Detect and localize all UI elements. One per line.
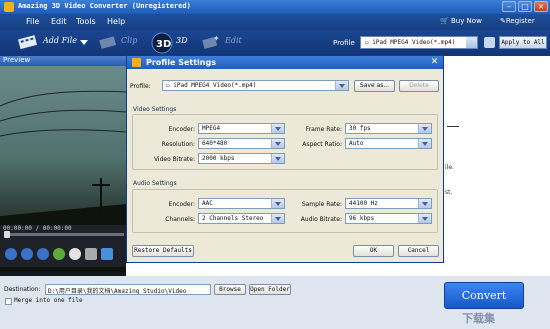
destination-field[interactable]: D:\用户目录\我的文档\Amazing Studio\Video: [45, 284, 211, 295]
dialog-title-bar: Profile Settings: [127, 56, 443, 69]
merge-label: Merge into one file: [14, 297, 83, 304]
clip-icon: [99, 36, 117, 49]
chevron-down-icon[interactable]: [335, 81, 348, 90]
frame-rate-select[interactable]: 30 fps: [345, 123, 432, 134]
buy-now-link[interactable]: 🛒 Buy Now: [440, 17, 482, 25]
aspect-ratio-select[interactable]: Auto: [345, 138, 432, 149]
window-title: Amazing 3D Video Converter (Unregistered…: [18, 2, 191, 10]
edit-button[interactable]: Edit: [225, 36, 242, 45]
close-button[interactable]: ×: [534, 1, 548, 12]
minimize-button[interactable]: –: [502, 1, 516, 12]
channels-label: Channels:: [165, 216, 195, 223]
apply-to-all-button[interactable]: Apply to All: [499, 36, 547, 49]
watermark-logo: 下载集: [462, 312, 495, 325]
list-text-1: ile.: [445, 164, 454, 171]
audio-bitrate-label: Audio Bitrate:: [300, 216, 342, 223]
svg-text:✦: ✦: [213, 34, 220, 43]
chevron-down-icon[interactable]: [418, 139, 431, 148]
profile-select[interactable]: ▭ iPad MPEG4 Video(*.mp4): [360, 36, 478, 49]
sample-rate-label: Sample Rate:: [301, 201, 342, 208]
forward-icon[interactable]: [37, 248, 49, 260]
edit-film-icon: ✦: [202, 34, 220, 49]
cart-icon: 🛒: [440, 17, 449, 25]
resolution-select[interactable]: 640*480: [198, 138, 285, 149]
snapshot-icon[interactable]: [85, 248, 97, 260]
settings-icon[interactable]: [484, 37, 495, 48]
dialog-title: Profile Settings: [146, 58, 216, 67]
title-bar: Amazing 3D Video Converter (Unregistered…: [0, 0, 550, 14]
play-icon[interactable]: [21, 248, 33, 260]
chevron-down-icon[interactable]: [271, 139, 284, 148]
merge-checkbox[interactable]: [5, 298, 12, 305]
svg-text:3D: 3D: [156, 39, 171, 50]
restore-defaults-button[interactable]: Restore Defaults: [132, 245, 194, 257]
delete-button[interactable]: Delete: [399, 80, 439, 92]
time-readout: 00:00:00 / 00:00:00: [3, 225, 72, 232]
audio-encoder-select[interactable]: AAC: [198, 198, 285, 209]
rewind-icon[interactable]: [5, 248, 17, 260]
sample-rate-select[interactable]: 44100 Hz: [345, 198, 432, 209]
chevron-down-icon[interactable]: [271, 124, 284, 133]
audio-settings-group: [132, 189, 438, 233]
browse-button[interactable]: Browse: [214, 284, 246, 295]
playback-controls: 00:00:00 / 00:00:00: [0, 225, 126, 267]
three-d-icon: 3D: [151, 32, 173, 54]
profile-file-icon: ▭: [166, 82, 170, 89]
stop-icon[interactable]: [53, 248, 65, 260]
audio-encoder-label: Encoder:: [168, 201, 195, 208]
chevron-down-icon[interactable]: [466, 37, 477, 48]
profile-file-icon: ▭: [365, 39, 369, 46]
profile-label: Profile: [333, 39, 355, 47]
dialog-icon: [132, 58, 141, 67]
encoder-label: Encoder:: [168, 126, 195, 133]
video-encoder-select[interactable]: MPEG4: [198, 123, 285, 134]
register-link[interactable]: ✎Register: [500, 17, 535, 25]
audio-bitrate-select[interactable]: 96 kbps: [345, 213, 432, 224]
menu-file[interactable]: File: [26, 17, 39, 26]
divider-line: [447, 126, 459, 127]
convert-button[interactable]: Convert: [444, 282, 524, 309]
audio-settings-title: Audio Settings: [133, 180, 177, 187]
chevron-down-icon[interactable]: [418, 214, 431, 223]
maximize-button[interactable]: □: [518, 1, 532, 12]
video-bitrate-label: Video Bitrate:: [153, 156, 195, 163]
film-add-icon: [18, 35, 38, 50]
resolution-label: Resolution:: [161, 141, 195, 148]
save-as-button[interactable]: Save as...: [354, 80, 395, 92]
menu-tools[interactable]: Tools: [76, 17, 96, 26]
frame-rate-label: Frame Rate:: [305, 126, 342, 133]
menu-help[interactable]: Help: [107, 17, 125, 26]
chevron-down-icon[interactable]: [271, 154, 284, 163]
open-folder-button[interactable]: Open Folder: [249, 284, 291, 295]
clip-button[interactable]: Clip: [121, 36, 137, 45]
timeline-thumb[interactable]: [4, 231, 10, 238]
replay-icon[interactable]: [69, 248, 81, 260]
profile-settings-dialog: Profile Settings ✕ Profile: ▭ iPad MPEG4…: [126, 55, 444, 263]
video-bitrate-select[interactable]: 2000 kbps: [198, 153, 285, 164]
ok-button[interactable]: OK: [353, 245, 394, 257]
dialog-profile-label: Profile:: [130, 83, 151, 90]
preview-header: Preview: [0, 56, 126, 66]
dialog-profile-select[interactable]: ▭ iPad MPEG4 Video(*.mp4): [162, 80, 349, 91]
chevron-down-icon[interactable]: [418, 124, 431, 133]
video-settings-title: Video Settings: [133, 106, 177, 113]
folder-icon[interactable]: [101, 248, 113, 260]
chevron-down-icon[interactable]: [418, 199, 431, 208]
aspect-ratio-label: Aspect Ratio:: [302, 141, 342, 148]
destination-label: Destination:: [4, 286, 41, 293]
chevron-down-icon[interactable]: [271, 199, 284, 208]
list-text-2: st.: [445, 189, 453, 196]
cancel-button[interactable]: Cancel: [398, 245, 439, 257]
menu-bar: File Edit Tools Help 🛒 Buy Now ✎Register: [0, 14, 550, 30]
dialog-close-icon[interactable]: ✕: [428, 57, 441, 68]
add-file-button[interactable]: Add File: [43, 36, 77, 45]
channels-select[interactable]: 2 Channels Stereo: [198, 213, 285, 224]
timeline-slider[interactable]: [4, 231, 124, 238]
app-icon: [4, 2, 14, 12]
add-file-dropdown-icon[interactable]: [80, 40, 88, 45]
three-d-button[interactable]: 3D: [176, 36, 188, 45]
menu-edit[interactable]: Edit: [51, 17, 67, 26]
